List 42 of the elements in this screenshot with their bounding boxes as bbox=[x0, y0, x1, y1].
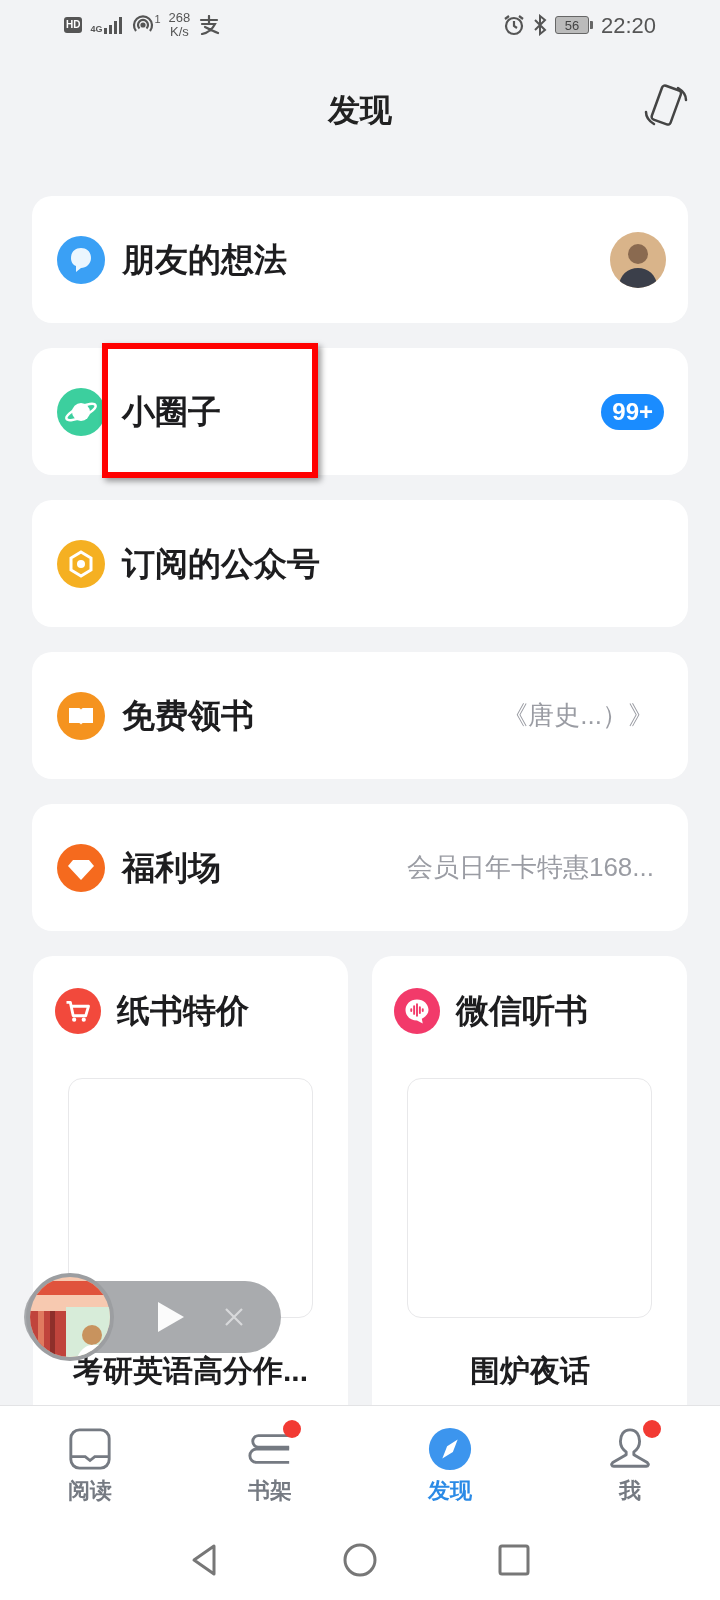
menu-row[interactable]: 订阅的公众号 bbox=[32, 500, 688, 627]
row-label: 免费领书 bbox=[122, 695, 254, 736]
row-label: 订阅的公众号 bbox=[122, 543, 320, 584]
bluetooth-icon bbox=[532, 14, 547, 36]
recents-icon[interactable] bbox=[496, 1542, 532, 1578]
card-title: 纸书特价 bbox=[117, 991, 249, 1031]
signal-icon bbox=[104, 16, 125, 34]
page-title: 发现 bbox=[328, 91, 392, 130]
row-label: 福利场 bbox=[122, 847, 221, 888]
chat-bubble-icon bbox=[57, 235, 105, 284]
menu-row[interactable]: 朋友的想法 bbox=[32, 196, 688, 323]
book-title: 考研英语高分作... bbox=[73, 1352, 308, 1389]
alarm-icon bbox=[502, 14, 525, 36]
battery-level: 56 bbox=[564, 18, 580, 32]
speed-value: 268 bbox=[168, 11, 191, 25]
hotspot-count: 1 bbox=[154, 14, 161, 25]
network-label: 4G bbox=[90, 25, 103, 34]
open-book-icon bbox=[57, 691, 105, 740]
row-label: 小圈子 bbox=[122, 391, 221, 432]
planet-icon bbox=[57, 387, 105, 436]
tab-item[interactable]: 书架 bbox=[180, 1406, 360, 1520]
cart-icon bbox=[55, 987, 101, 1034]
card-title: 微信听书 bbox=[456, 991, 588, 1031]
tab-item[interactable]: 我 bbox=[540, 1406, 720, 1520]
book-icon bbox=[67, 1426, 113, 1472]
home-icon[interactable] bbox=[342, 1542, 378, 1578]
tab-item[interactable]: 阅读 bbox=[0, 1406, 180, 1520]
payment-app-icon bbox=[198, 15, 221, 35]
speed-unit: K/s bbox=[170, 25, 189, 39]
row-detail: 会员日年卡特惠168... bbox=[406, 851, 654, 884]
tab-item[interactable]: 发现 bbox=[360, 1406, 540, 1520]
feature-card[interactable]: 微信听书 围炉夜话 bbox=[372, 956, 687, 1405]
book-title: 围炉夜话 bbox=[469, 1352, 590, 1389]
row-detail: 《唐史...）》 bbox=[502, 699, 654, 732]
menu-row[interactable]: 福利场 会员日年卡特惠168... bbox=[32, 804, 688, 931]
menu-row[interactable]: 免费领书 《唐史...）》 bbox=[32, 652, 688, 779]
compass-icon bbox=[427, 1426, 473, 1472]
hd-badge: HD bbox=[64, 17, 83, 33]
row-label: 朋友的想法 bbox=[122, 239, 287, 280]
clock-time: 22:20 bbox=[600, 11, 656, 40]
voice-bubble-icon bbox=[394, 987, 440, 1034]
count-badge: 99+ bbox=[601, 393, 664, 430]
